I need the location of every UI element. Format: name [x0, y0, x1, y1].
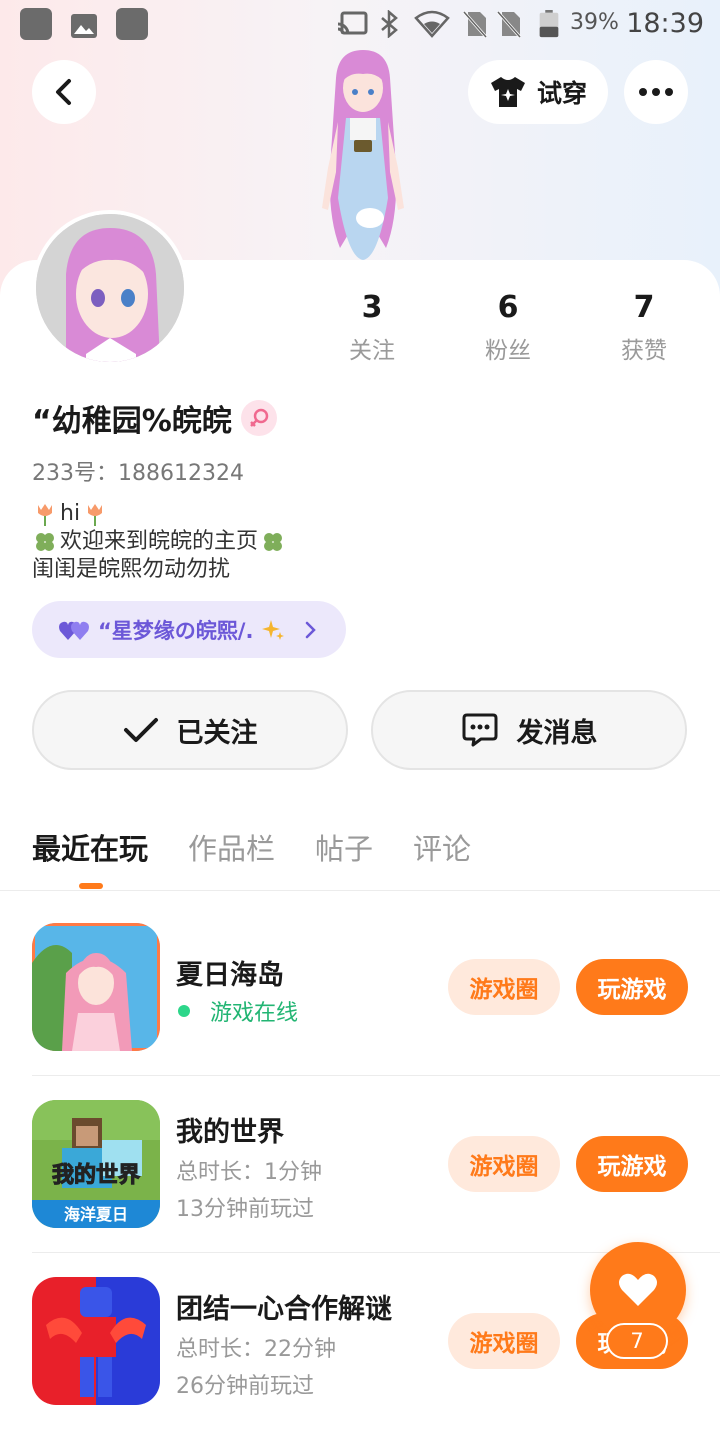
row-divider	[32, 1075, 720, 1076]
stat-followers[interactable]: 6 粉丝	[453, 290, 563, 365]
tshirt-icon	[490, 77, 525, 107]
back-button[interactable]	[32, 60, 96, 124]
clover-icon	[36, 533, 54, 551]
play-game-button[interactable]: 玩游戏	[576, 959, 688, 1015]
game-row[interactable]: 团结一心合作解谜 总时长：22分钟 26分钟前玩过 游戏圈 玩游戏	[32, 1277, 688, 1440]
stat-likes[interactable]: 7 获赞	[589, 290, 699, 365]
stat-label: 粉丝	[485, 338, 531, 364]
battery-icon	[539, 10, 559, 38]
stat-value: 3	[361, 290, 383, 325]
online-dot-icon	[178, 1005, 190, 1017]
online-status: 游戏在线	[176, 995, 298, 1027]
bio-line-3: 闺闺是皖熙勿动勿扰	[32, 557, 231, 582]
avatar-image	[36, 214, 184, 362]
avatar[interactable]	[32, 210, 188, 366]
more-button[interactable]	[624, 60, 688, 124]
tab-divider	[0, 890, 720, 891]
game-circle-button[interactable]: 游戏圈	[448, 1136, 560, 1192]
cast-icon	[337, 11, 368, 35]
game-last-played: 26分钟前玩过	[176, 1374, 314, 1399]
gender-badge	[241, 400, 277, 436]
game-row[interactable]: 我的世界 海洋夏日 我的世界 总时长：1分钟 13分钟前玩过 游戏圈 玩游戏	[32, 1100, 688, 1277]
game-circle-button[interactable]: 游戏圈	[448, 959, 560, 1015]
notification-icon	[116, 8, 148, 40]
tab-comments[interactable]: 评论	[413, 826, 471, 876]
game-row[interactable]: 夏日海岛 游戏在线 游戏圈 玩游戏	[32, 923, 688, 1100]
minecraft-logo-text: 我的世界	[52, 1162, 140, 1188]
game-last-played: 13分钟前玩过	[176, 1197, 314, 1222]
stat-value: 7	[633, 290, 655, 325]
more-dots-icon	[639, 88, 673, 96]
female-icon	[250, 408, 269, 427]
followed-button[interactable]: 已关注	[32, 690, 348, 770]
wifi-icon	[414, 10, 450, 38]
tab-recently-played[interactable]: 最近在玩	[32, 826, 148, 876]
game-title: 我的世界	[176, 1117, 284, 1148]
status-bar: 39% 18:39	[0, 0, 720, 50]
minecraft-banner-text: 海洋夏日	[64, 1205, 128, 1224]
heart-icon	[619, 1273, 657, 1306]
game-duration: 总时长：22分钟	[176, 1337, 336, 1362]
bio: hi 欢迎来到皖皖的主页 闺闺是皖熙勿动勿扰	[32, 500, 632, 584]
bio-line-1: hi	[60, 501, 81, 526]
tab-indicator	[79, 883, 103, 889]
stat-label: 关注	[349, 338, 395, 364]
like-count-badge: 7	[606, 1323, 668, 1359]
game-icon-puzzle	[32, 1277, 160, 1405]
fan-tag-label: “星梦缘の皖熙/.	[98, 618, 254, 643]
chevron-left-icon	[56, 79, 71, 105]
stat-value: 6	[497, 290, 519, 325]
gallery-icon	[71, 14, 97, 38]
no-sim-icon	[462, 11, 488, 38]
stat-label: 获赞	[621, 338, 667, 364]
chevron-right-icon	[306, 621, 317, 638]
tulip-icon	[38, 504, 52, 526]
fan-group-tag[interactable]: “星梦缘の皖熙/.	[32, 601, 346, 658]
chat-bubble-icon	[462, 713, 497, 747]
clover-icon	[264, 533, 283, 551]
try-on-label: 试穿	[536, 79, 587, 108]
message-button[interactable]: 发消息	[371, 690, 687, 770]
clock: 18:39	[626, 8, 704, 39]
tulip-icon	[88, 504, 103, 526]
double-heart-icon	[59, 621, 89, 640]
notification-icon	[20, 8, 52, 40]
user-id: 233号：188612324	[32, 461, 244, 486]
game-circle-button[interactable]: 游戏圈	[448, 1313, 560, 1369]
username: “幼稚园%皖皖	[32, 404, 232, 439]
sparkle-icon	[262, 619, 285, 640]
game-title: 团结一心合作解谜	[176, 1294, 392, 1325]
check-icon	[123, 718, 158, 742]
try-on-button[interactable]: 试穿	[468, 60, 608, 124]
game-icon-minecraft: 我的世界 海洋夏日	[32, 1100, 160, 1228]
online-status-label: 游戏在线	[210, 1001, 299, 1026]
tab-posts[interactable]: 帖子	[315, 826, 373, 876]
game-title: 夏日海岛	[176, 960, 284, 991]
bluetooth-icon	[381, 10, 398, 38]
battery-percent: 39%	[570, 10, 619, 35]
no-sim-icon	[496, 11, 522, 38]
followed-label: 已关注	[176, 717, 258, 749]
bio-line-2: 欢迎来到皖皖的主页	[60, 529, 259, 554]
game-icon-summer-island	[32, 923, 160, 1051]
stat-following[interactable]: 3 关注	[317, 290, 427, 365]
profile-tabs: 最近在玩 作品栏 帖子 评论	[32, 826, 471, 876]
game-duration: 总时长：1分钟	[176, 1160, 322, 1185]
message-label: 发消息	[516, 717, 598, 749]
character-figure	[322, 50, 404, 260]
tab-works[interactable]: 作品栏	[188, 826, 275, 876]
play-game-button[interactable]: 玩游戏	[576, 1136, 688, 1192]
